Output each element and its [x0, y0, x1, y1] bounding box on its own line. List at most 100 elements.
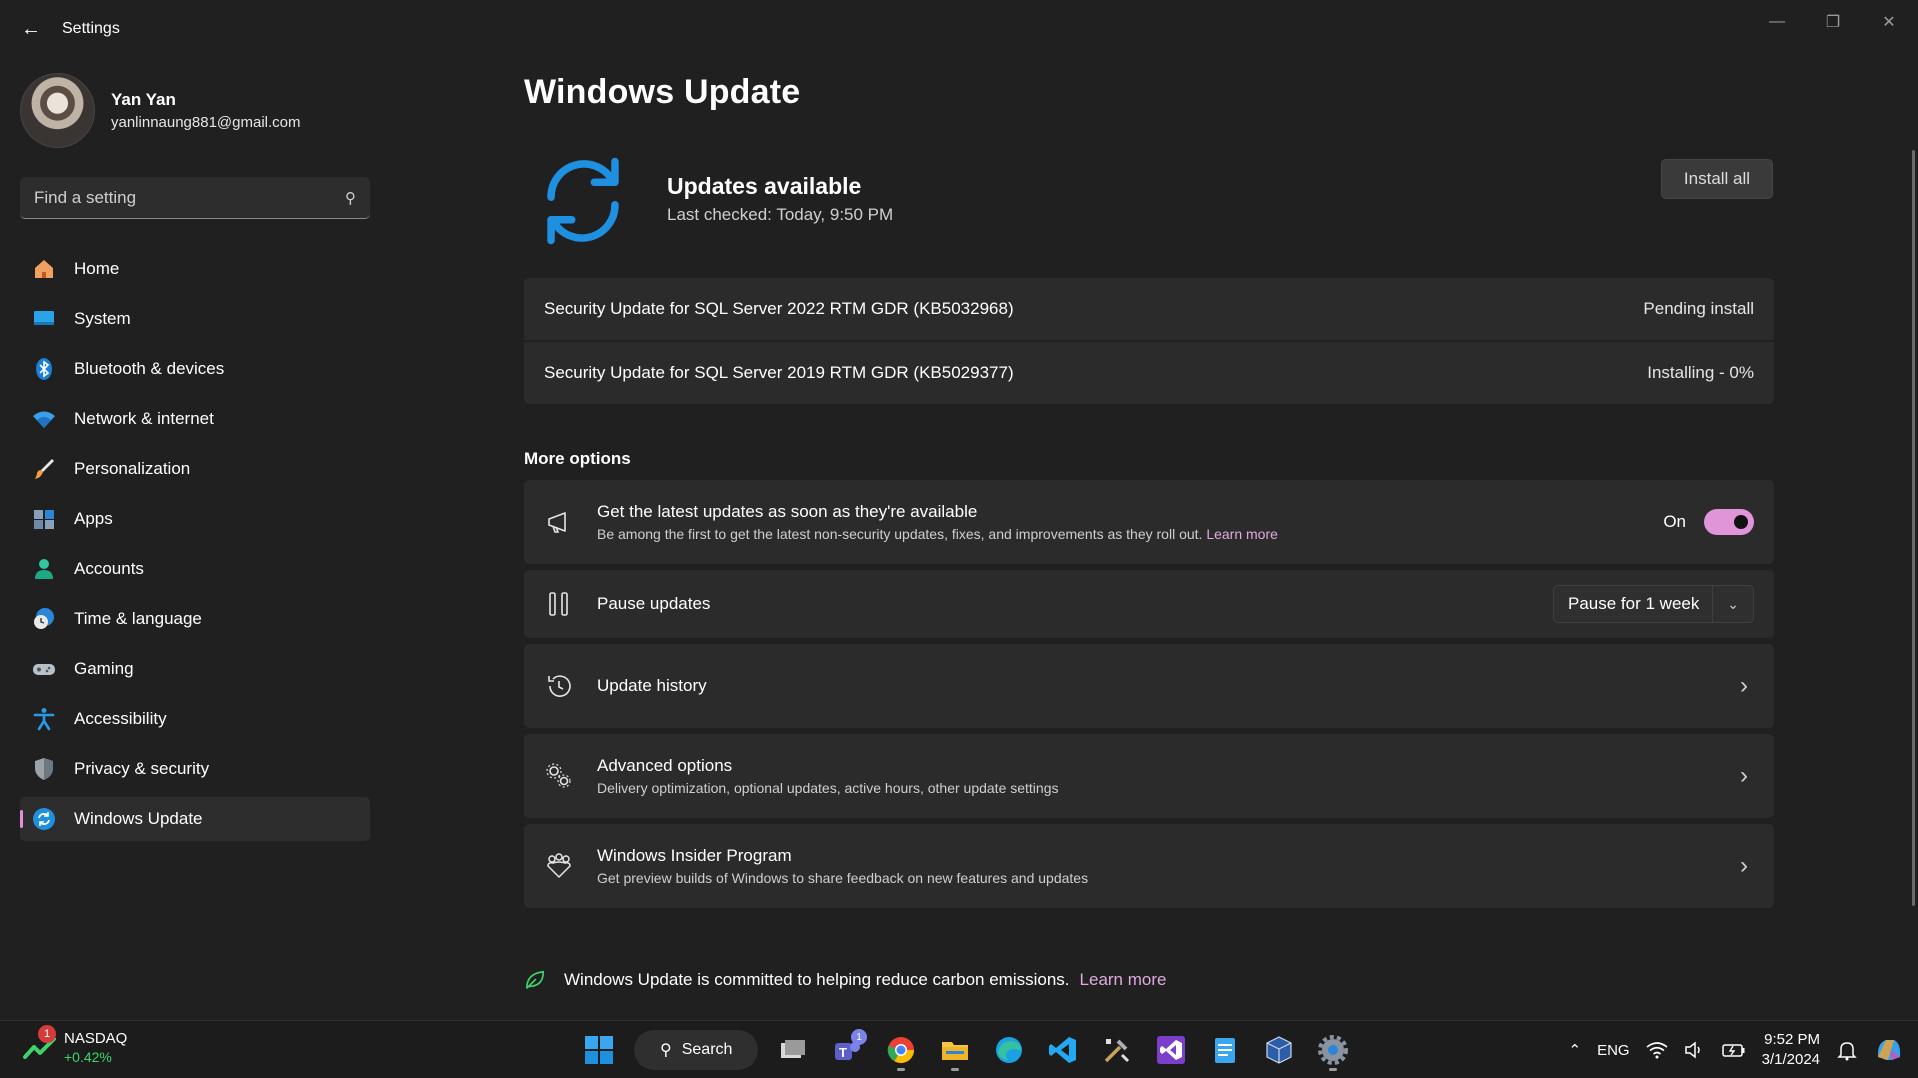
clock-time: 9:52 PM [1764, 1031, 1820, 1048]
close-icon[interactable]: ✕ [1866, 8, 1912, 36]
sidebar-item-accounts[interactable]: Accounts [20, 547, 370, 591]
stock-widget[interactable]: 1 NASDAQ +0.42% [22, 1025, 128, 1065]
sidebar-item-bluetooth[interactable]: Bluetooth & devices [20, 347, 370, 391]
sidebar-item-gaming[interactable]: Gaming [20, 647, 370, 691]
search-icon: ⚲ [345, 189, 356, 207]
clock[interactable]: 9:52 PM 3/1/2024 [1762, 1030, 1820, 1070]
chevron-up-icon[interactable]: ⌃ [1569, 1041, 1582, 1059]
latest-updates-option[interactable]: Get the latest updates as soon as they'r… [524, 480, 1774, 564]
sidebar-item-label: Accessibility [74, 709, 167, 728]
sidebar-item-privacy[interactable]: Privacy & security [20, 747, 370, 791]
home-icon [32, 257, 56, 281]
widget-value: +0.42% [64, 1048, 112, 1065]
language-indicator[interactable]: ENG [1597, 1042, 1630, 1059]
update-history-option[interactable]: Update history › [524, 644, 1774, 728]
user-profile[interactable]: Yan Yan yanlinnaung881@gmail.com [20, 70, 301, 150]
system-tray: ⌃ ENG 9:52 PM 3/1/2024 [1561, 1021, 1918, 1078]
option-title: Pause updates [597, 594, 711, 613]
more-options-heading: More options [524, 449, 631, 468]
virtualbox-button[interactable] [1256, 1029, 1302, 1071]
taskbar-search-label: Search [681, 1041, 733, 1058]
back-arrow-icon[interactable]: ← [20, 18, 42, 40]
windows-update-icon [32, 807, 56, 831]
taskbar: 1 NASDAQ +0.42% ⚲ Search T 1 ⌃ ENG 9:52 … [0, 1020, 1918, 1078]
dropdown-selected: Pause for 1 week [1568, 594, 1700, 613]
running-indicator [951, 1068, 959, 1071]
taskbar-search[interactable]: ⚲ Search [634, 1030, 758, 1070]
sidebar: Yan Yan yanlinnaung881@gmail.com ⚲ Home … [0, 60, 390, 1020]
search-input[interactable] [34, 187, 345, 208]
notepad-icon [1215, 1038, 1235, 1063]
avatar[interactable] [20, 72, 95, 148]
advanced-options-option[interactable]: Advanced options Delivery optimization, … [524, 734, 1774, 818]
sidebar-item-network[interactable]: Network & internet [20, 397, 370, 441]
vscode-icon [1049, 1037, 1076, 1063]
chevron-right-icon: › [1740, 852, 1748, 879]
sync-refresh-icon [547, 157, 619, 245]
task-view-button[interactable] [770, 1029, 816, 1071]
sidebar-item-system[interactable]: System [20, 297, 370, 341]
updates-list: Security Update for SQL Server 2022 RTM … [524, 278, 1774, 406]
update-row: Security Update for SQL Server 2022 RTM … [524, 278, 1774, 340]
chrome-button[interactable] [878, 1029, 924, 1071]
option-title: Get the latest updates as soon as they'r… [597, 502, 978, 521]
search-icon: ⚲ [660, 1042, 672, 1059]
copilot-icon[interactable] [1874, 1035, 1904, 1065]
vscode-button[interactable] [1040, 1029, 1086, 1071]
sidebar-item-label: Personalization [74, 459, 191, 478]
learn-more-link[interactable]: Learn more [1206, 526, 1278, 542]
widget-name: NASDAQ [64, 1029, 128, 1047]
task-view-icon [781, 1040, 805, 1058]
last-checked: Last checked: Today, 9:50 PM [667, 205, 894, 224]
sidebar-item-windows-update[interactable]: Windows Update [20, 797, 370, 841]
find-setting-search[interactable]: ⚲ [20, 177, 370, 219]
running-indicator [897, 1068, 905, 1071]
battery-icon[interactable] [1721, 1041, 1746, 1059]
pause-updates-option: Pause updates Pause for 1 week ⌄ [524, 570, 1774, 638]
teams-button[interactable]: T 1 [824, 1029, 870, 1071]
wifi-icon [32, 407, 56, 431]
visual-studio-icon [1157, 1036, 1185, 1064]
widget-badge: 1 [38, 1025, 56, 1043]
tools-button[interactable] [1094, 1029, 1140, 1071]
sidebar-item-home[interactable]: Home [20, 247, 370, 291]
sidebar-item-label: Accounts [74, 559, 144, 578]
scrollbar[interactable] [1912, 150, 1915, 906]
sidebar-item-label: Home [74, 259, 120, 278]
notepad-button[interactable] [1202, 1029, 1248, 1071]
latest-updates-toggle[interactable] [1704, 509, 1754, 535]
option-desc: Get preview builds of Windows to share f… [597, 870, 1089, 886]
carbon-learn-more-link[interactable]: Learn more [1080, 970, 1167, 990]
minimize-icon[interactable]: — [1754, 8, 1800, 36]
accounts-icon [32, 557, 56, 581]
file-explorer-button[interactable] [932, 1029, 978, 1071]
sidebar-item-time-language[interactable]: Time & language [20, 597, 370, 641]
restore-icon[interactable]: ❐ [1810, 8, 1856, 36]
option-desc: Be among the first to get the latest non… [597, 526, 1663, 542]
install-all-button[interactable]: Install all [1661, 159, 1773, 199]
insider-program-option[interactable]: Windows Insider Program Get preview buil… [524, 824, 1774, 908]
sidebar-item-accessibility[interactable]: Accessibility [20, 697, 370, 741]
sidebar-item-personalization[interactable]: Personalization [20, 447, 370, 491]
time-language-icon [32, 607, 56, 631]
visual-studio-button[interactable] [1148, 1029, 1194, 1071]
pause-duration-dropdown[interactable]: Pause for 1 week ⌄ [1553, 585, 1754, 623]
toggle-state-label: On [1663, 512, 1686, 531]
tools-icon [1104, 1039, 1130, 1063]
wifi-icon[interactable] [1646, 1041, 1668, 1059]
notifications-bell-icon[interactable] [1836, 1039, 1858, 1061]
leaf-icon [525, 970, 545, 989]
edge-button[interactable] [986, 1029, 1032, 1071]
options-list: Get the latest updates as soon as they'r… [524, 480, 1774, 914]
option-desc-text: Be among the first to get the latest non… [597, 526, 1203, 542]
taskbar-apps: ⚲ Search T 1 [572, 1029, 1360, 1071]
chevron-down-icon: ⌄ [1712, 586, 1739, 622]
pause-icon [544, 589, 574, 619]
sidebar-item-apps[interactable]: Apps [20, 497, 370, 541]
profile-name: Yan Yan [111, 89, 176, 109]
volume-icon[interactable] [1684, 1041, 1706, 1059]
virtualbox-icon [1266, 1036, 1292, 1064]
settings-button[interactable] [1310, 1029, 1356, 1071]
start-button[interactable] [576, 1029, 622, 1071]
accessibility-icon [32, 707, 56, 731]
